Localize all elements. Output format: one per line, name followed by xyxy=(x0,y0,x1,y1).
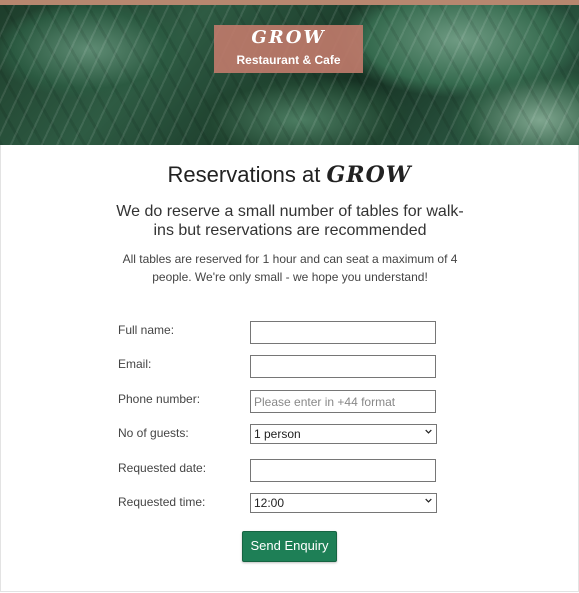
lead-text: We do reserve a small number of tables f… xyxy=(116,203,464,239)
phone-label: Phone number: xyxy=(118,392,201,406)
guests-label: No of guests: xyxy=(118,426,189,440)
chevron-down-icon xyxy=(425,429,432,434)
send-enquiry-button[interactable]: Send Enquiry xyxy=(242,531,337,562)
date-label: Requested date: xyxy=(118,461,207,475)
hero-top-line xyxy=(0,0,579,5)
phone-input[interactable] xyxy=(250,390,436,413)
guests-select[interactable]: 1 person xyxy=(250,424,437,444)
full-name-input[interactable] xyxy=(250,321,436,344)
page-title-brand: GROW xyxy=(326,162,412,188)
page-title: Reservations at GROW xyxy=(0,162,579,188)
time-select-value: 12:00 xyxy=(254,496,285,510)
time-label: Requested time: xyxy=(118,495,206,509)
email-input[interactable] xyxy=(250,355,436,378)
logo[interactable]: GROW Restaurant & Cafe xyxy=(214,25,363,73)
logo-subtitle: Restaurant & Cafe xyxy=(236,53,341,67)
chevron-down-icon xyxy=(425,498,432,503)
logo-name: GROW xyxy=(251,27,326,48)
full-name-label: Full name: xyxy=(118,323,175,337)
email-label: Email: xyxy=(118,357,152,371)
guests-select-value: 1 person xyxy=(254,427,301,441)
note-text: All tables are reserved for 1 hour and c… xyxy=(122,252,458,284)
date-input[interactable] xyxy=(250,459,436,482)
time-select[interactable]: 12:00 xyxy=(250,493,437,513)
hero-banner: GROW Restaurant & Cafe xyxy=(0,0,579,145)
page-title-prefix: Reservations at xyxy=(167,162,321,187)
